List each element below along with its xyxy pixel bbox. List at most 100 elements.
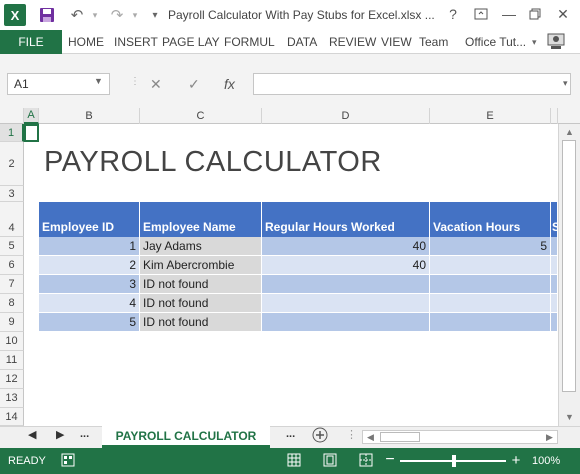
cell-f8[interactable]: [551, 294, 558, 313]
vertical-scroll-thumb[interactable]: [562, 140, 576, 392]
cell-e5[interactable]: 5: [430, 237, 551, 256]
save-icon[interactable]: [36, 4, 58, 26]
row-header-12[interactable]: 12: [0, 370, 24, 389]
header-vacation-hours[interactable]: Vacation Hours: [430, 202, 551, 237]
row-header-14[interactable]: 14: [0, 408, 24, 426]
cell-c7[interactable]: ID not found: [140, 275, 262, 294]
row-header-10[interactable]: 10: [0, 332, 24, 351]
cell-e6[interactable]: [430, 256, 551, 275]
cell-e9[interactable]: [430, 313, 551, 332]
next-sheet-icon[interactable]: ▶: [56, 428, 64, 441]
column-header-f[interactable]: [551, 108, 558, 124]
minimize-button[interactable]: —: [496, 3, 522, 25]
row-header-5[interactable]: 5: [0, 237, 24, 256]
column-header-d[interactable]: D: [262, 108, 430, 124]
tab-formulas[interactable]: FORMUL: [224, 30, 275, 54]
tab-review[interactable]: REVIEW: [329, 30, 376, 54]
scroll-right-icon[interactable]: ▶: [546, 432, 553, 443]
normal-view-icon[interactable]: [286, 452, 302, 468]
page-break-preview-icon[interactable]: [358, 452, 374, 468]
tab-insert[interactable]: INSERT: [114, 30, 158, 54]
row-header-8[interactable]: 8: [0, 294, 24, 313]
sheet-tabs-left-ellipsis[interactable]: ...: [80, 428, 89, 440]
cell-d7[interactable]: [262, 275, 430, 294]
insert-function-icon[interactable]: fx: [224, 76, 235, 92]
zoom-level[interactable]: 100%: [532, 455, 560, 467]
scroll-down-icon[interactable]: ▼: [565, 412, 574, 422]
sheet-tabs-right-ellipsis[interactable]: ...: [286, 428, 295, 440]
redo-dropdown-icon[interactable]: ▾: [124, 4, 146, 26]
tab-data[interactable]: DATA: [287, 30, 317, 54]
page-layout-view-icon[interactable]: [322, 452, 338, 468]
cancel-entry-icon[interactable]: ✕: [150, 76, 162, 93]
row-header-7[interactable]: 7: [0, 275, 24, 294]
row-header-9[interactable]: 9: [0, 313, 24, 332]
cell-b7[interactable]: 3: [39, 275, 140, 294]
zoom-in-icon[interactable]: +: [508, 452, 524, 469]
cell-c6[interactable]: Kim Abercrombie: [140, 256, 262, 275]
horizontal-scroll-thumb[interactable]: [380, 432, 420, 442]
row-header-13[interactable]: 13: [0, 389, 24, 408]
tab-page-layout[interactable]: PAGE LAY: [162, 30, 220, 54]
tab-splitter-icon[interactable]: ⋮: [346, 428, 357, 441]
cell-b5[interactable]: 1: [39, 237, 140, 256]
row-header-11[interactable]: 11: [0, 351, 24, 370]
formula-bar-grip-icon[interactable]: ⋮: [130, 76, 140, 92]
confirm-entry-icon[interactable]: ✓: [188, 76, 200, 93]
help-button[interactable]: ?: [440, 3, 466, 25]
name-box-dropdown-icon[interactable]: ▼: [94, 76, 103, 86]
tab-team[interactable]: Team: [419, 30, 448, 54]
row-header-1[interactable]: 1: [0, 124, 24, 142]
scroll-left-icon[interactable]: ◀: [367, 432, 374, 443]
select-all-corner[interactable]: [0, 108, 24, 124]
zoom-out-icon[interactable]: −: [382, 451, 398, 468]
tab-payroll-calculator[interactable]: PAYROLL CALCULATOR: [102, 426, 270, 448]
selected-cell-a1[interactable]: [24, 124, 39, 142]
tab-file[interactable]: FILE: [0, 30, 62, 54]
cell-f9[interactable]: [551, 313, 558, 332]
column-header-b[interactable]: B: [39, 108, 140, 124]
cell-d6[interactable]: 40: [262, 256, 430, 275]
tab-home[interactable]: HOME: [68, 30, 104, 54]
cell-f6[interactable]: [551, 256, 558, 275]
header-employee-id[interactable]: Employee ID: [39, 202, 140, 237]
column-header-c[interactable]: C: [140, 108, 262, 124]
formula-input[interactable]: [253, 73, 571, 95]
row-header-3[interactable]: 3: [0, 186, 24, 202]
header-employee-name[interactable]: Employee Name: [140, 202, 262, 237]
prev-sheet-icon[interactable]: ◀: [28, 428, 36, 441]
cell-b8[interactable]: 4: [39, 294, 140, 313]
cell-d5[interactable]: 40: [262, 237, 430, 256]
cell-c8[interactable]: ID not found: [140, 294, 262, 313]
tab-view[interactable]: VIEW: [381, 30, 412, 54]
restore-button[interactable]: [522, 3, 548, 25]
header-regular-hours[interactable]: Regular Hours Worked: [262, 202, 430, 237]
column-header-e[interactable]: E: [430, 108, 551, 124]
account-name[interactable]: Office Tut...: [465, 30, 526, 54]
customize-toolbar-icon[interactable]: ▾: [144, 4, 166, 26]
cell-f7[interactable]: [551, 275, 558, 294]
cell-e7[interactable]: [430, 275, 551, 294]
close-button[interactable]: ✕: [550, 3, 576, 25]
scroll-up-icon[interactable]: ▲: [565, 127, 574, 137]
sheet-title[interactable]: PAYROLL CALCULATOR: [44, 146, 382, 179]
column-header-a[interactable]: A: [24, 108, 39, 124]
macro-record-icon[interactable]: [60, 452, 76, 468]
zoom-slider-knob[interactable]: [452, 455, 456, 467]
row-header-2[interactable]: 2: [0, 142, 24, 186]
undo-dropdown-icon[interactable]: ▾: [84, 4, 106, 26]
row-header-4[interactable]: 4: [0, 202, 24, 237]
cell-b6[interactable]: 2: [39, 256, 140, 275]
excel-logo-icon[interactable]: X: [4, 4, 26, 26]
expand-formula-bar-icon[interactable]: ▾: [563, 78, 568, 89]
cell-f5[interactable]: [551, 237, 558, 256]
row-header-6[interactable]: 6: [0, 256, 24, 275]
header-sick-hours-partial[interactable]: S: [551, 202, 558, 237]
ribbon-display-options-icon[interactable]: [468, 3, 494, 25]
account-dropdown-icon[interactable]: ▾: [532, 30, 537, 54]
account-avatar-icon[interactable]: [546, 30, 566, 54]
cell-d9[interactable]: [262, 313, 430, 332]
add-sheet-icon[interactable]: [312, 427, 328, 446]
cell-e8[interactable]: [430, 294, 551, 313]
cell-d8[interactable]: [262, 294, 430, 313]
